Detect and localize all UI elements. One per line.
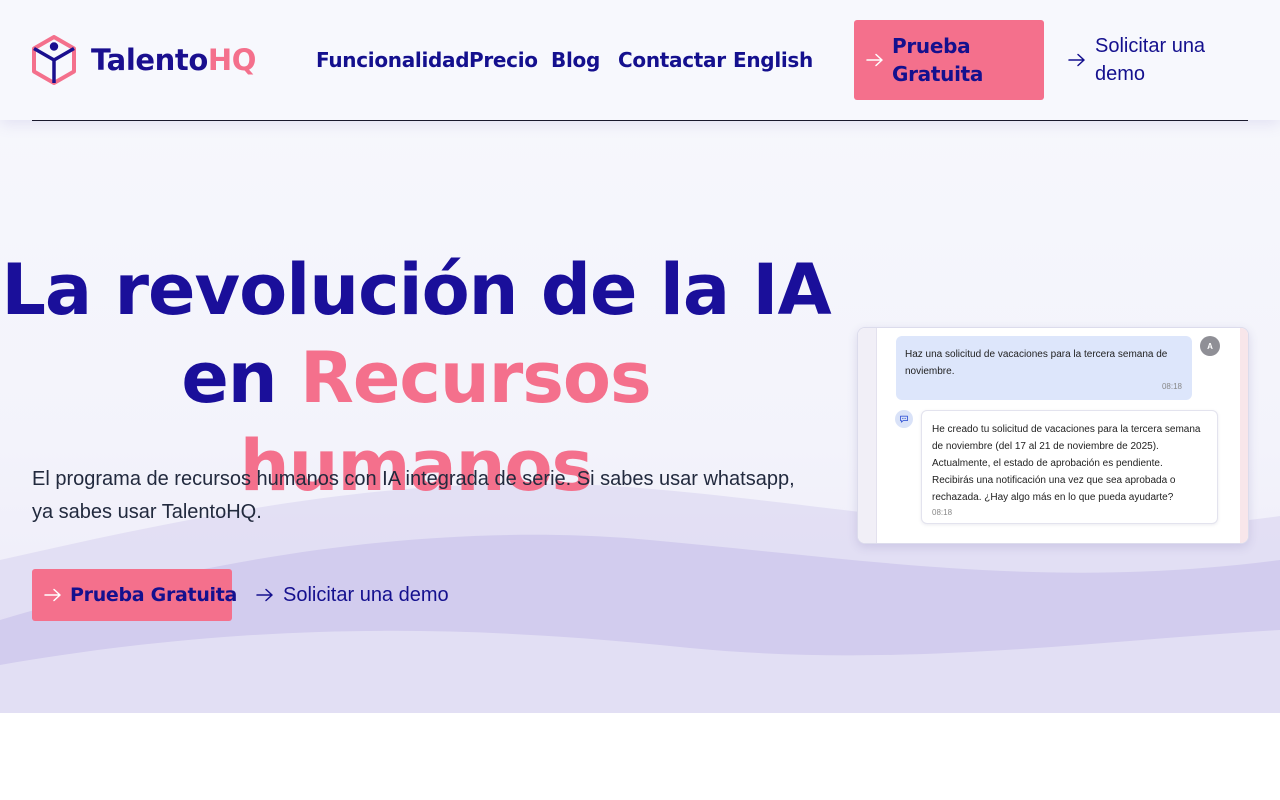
hero-demo-link[interactable]: Solicitar una demo: [256, 569, 449, 621]
hero-subtext: El programa de recursos humanos con IA i…: [32, 468, 795, 523]
header-trial-button[interactable]: Prueba Gratuita: [854, 20, 1044, 100]
hero-section: La revolución de la IA en Recursos humano…: [0, 120, 1280, 713]
header-divider: [32, 120, 1248, 121]
header-demo-link[interactable]: Solicitar una demo: [1068, 32, 1248, 88]
hero-trial-label: Prueba Gratuita: [70, 584, 238, 606]
nav-blog[interactable]: Blog: [551, 48, 600, 72]
hero-demo-label: Solicitar una demo: [283, 583, 449, 606]
nav-precio[interactable]: Precio: [469, 48, 538, 72]
user-message-time: 08:18: [1161, 382, 1182, 391]
site-header: TalentoHQ Funcionalidad Precio Blog Cont…: [0, 0, 1280, 120]
user-message-text: Haz una solicitud de vacaciones para la …: [905, 349, 1168, 377]
bot-message-bubble: He creado tu solicitud de vacaciones par…: [921, 410, 1218, 524]
nav-contactar[interactable]: Contactar: [618, 48, 726, 72]
card-edge-strip: [1240, 328, 1248, 543]
chat-preview-card: Haz una solicitud de vacaciones para la …: [857, 327, 1249, 544]
nav-funcionalidad[interactable]: Funcionalidad: [316, 48, 470, 72]
bot-message-time: 08:18: [932, 508, 953, 517]
nav-english[interactable]: English: [733, 48, 813, 72]
brand-name: TalentoHQ: [91, 43, 256, 77]
header-demo-label: Solicitar una demo: [1095, 35, 1206, 85]
arrow-right-icon: [44, 588, 61, 602]
arrow-right-icon: [866, 53, 883, 67]
hero-trial-button[interactable]: Prueba Gratuita: [32, 569, 237, 621]
chat-bubble-icon: [895, 410, 913, 428]
user-message-bubble: Haz una solicitud de vacaciones para la …: [896, 336, 1192, 400]
card-sidebar-strip: [858, 328, 877, 543]
header-trial-label: Prueba Gratuita: [892, 34, 984, 86]
bot-message-text: He creado tu solicitud de vacaciones par…: [932, 424, 1201, 503]
arrow-right-icon: [1068, 53, 1085, 67]
brand-logo[interactable]: TalentoHQ: [32, 35, 256, 85]
arrow-right-icon: [256, 588, 273, 602]
user-avatar: A: [1200, 336, 1220, 356]
hexagon-cube-icon: [32, 35, 76, 85]
